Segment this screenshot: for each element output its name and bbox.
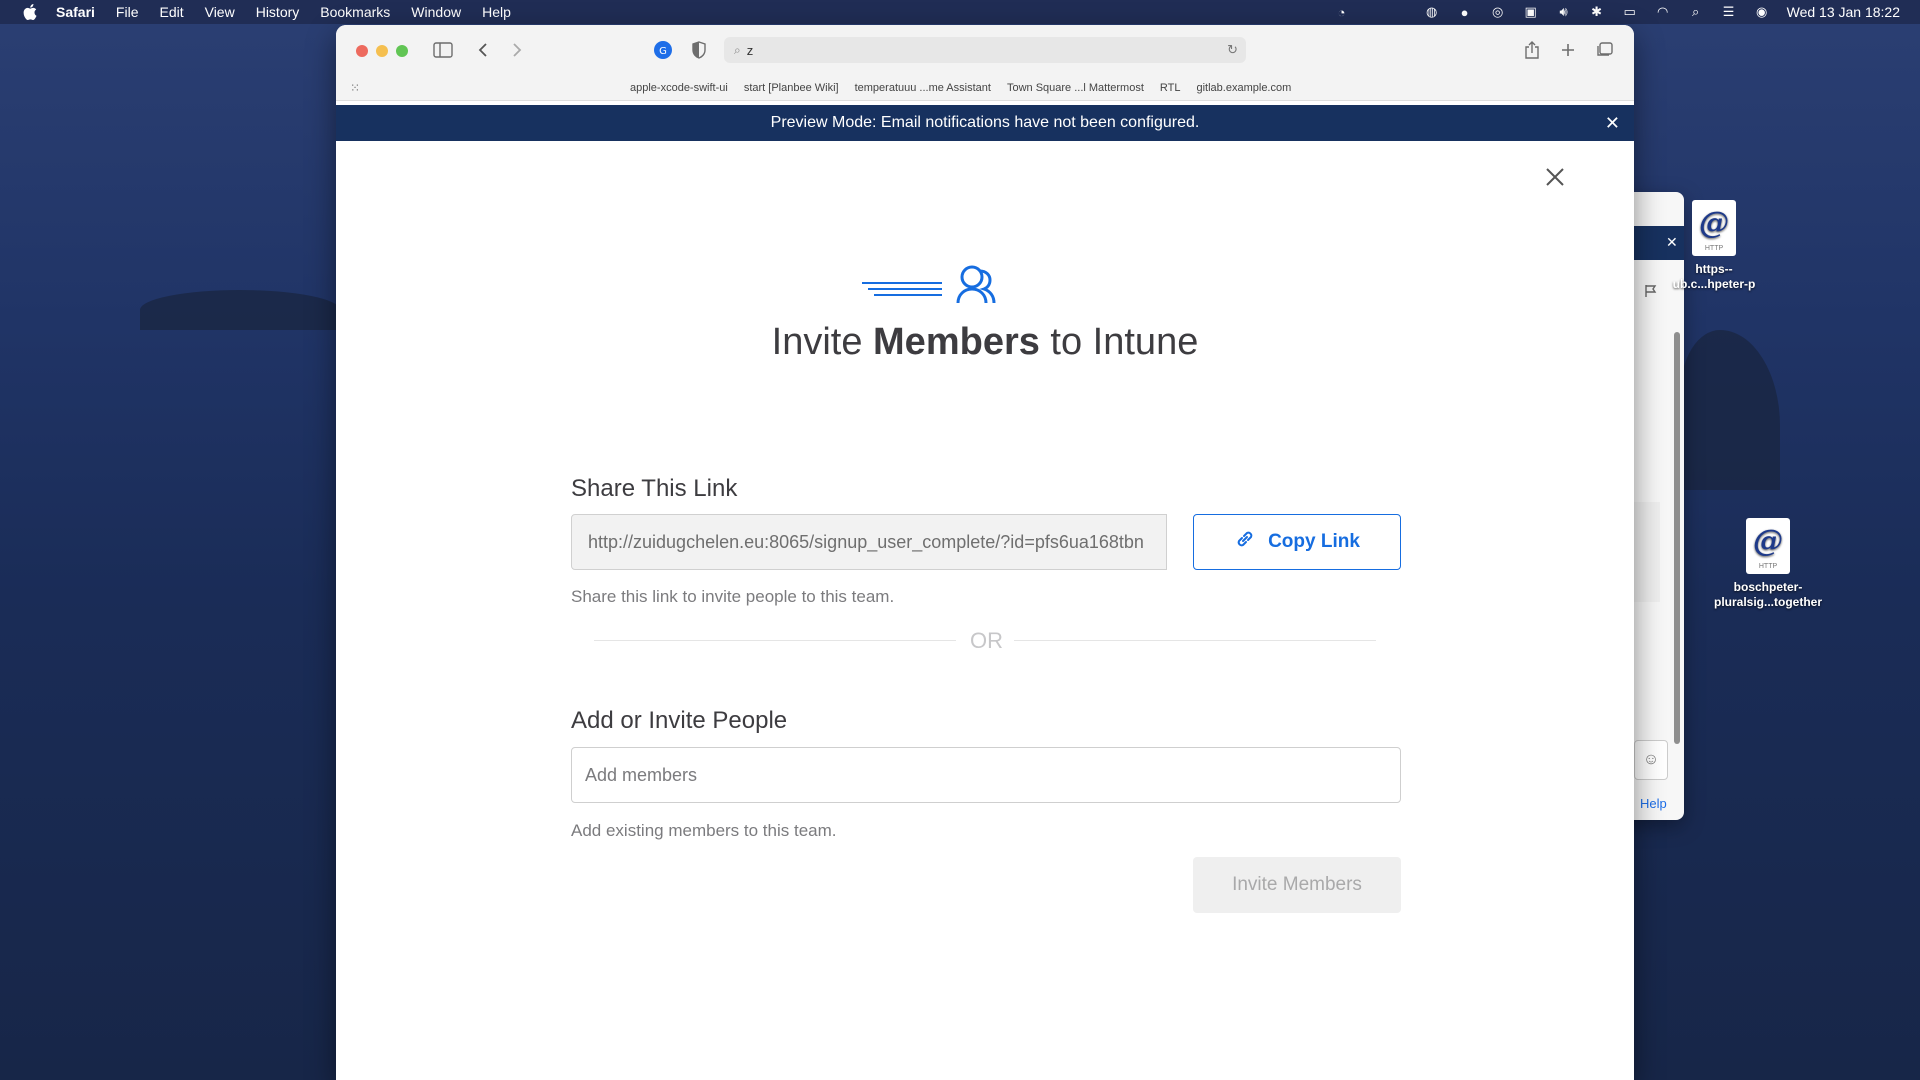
modal-title: Invite Members to Intune (336, 321, 1634, 364)
add-people-heading: Add or Invite People (571, 707, 788, 734)
close-icon[interactable]: ✕ (1605, 113, 1620, 134)
add-members-input[interactable]: Add members (571, 747, 1401, 803)
desktop-file-label: boschpeter- pluralsig...together (1713, 580, 1822, 609)
spotlight-icon[interactable]: ⌕ (1688, 4, 1704, 19)
forward-icon[interactable] (506, 40, 528, 60)
window-close-button[interactable] (356, 45, 368, 57)
at-symbol-icon: @ (1699, 206, 1729, 241)
back-icon[interactable] (472, 40, 494, 60)
battery-icon[interactable]: ▭ (1622, 4, 1638, 19)
desktop-island (140, 290, 340, 330)
menu-help[interactable]: Help (482, 4, 511, 20)
share-link-heading: Share This Link (571, 475, 738, 502)
favorite-link[interactable]: Town Square ...l Mattermost (1007, 82, 1144, 94)
reload-icon[interactable]: ↻ (1227, 42, 1238, 58)
at-symbol-icon: @ (1753, 524, 1783, 559)
menu-bar: Safari File Edit View History Bookmarks … (0, 0, 1920, 24)
menubar-clock[interactable]: Wed 13 Jan 18:22 (1787, 4, 1900, 20)
apple-menu-icon[interactable] (22, 4, 38, 20)
wifi-icon[interactable]: ◠ (1655, 4, 1671, 19)
privacy-shield-icon[interactable] (688, 40, 710, 60)
file-badge: HTTP (1758, 563, 1778, 570)
bluetooth-icon[interactable]: ✱ (1589, 4, 1605, 19)
scrollbar[interactable] (1674, 332, 1680, 744)
desktop-island (1680, 330, 1780, 490)
sync-icon[interactable]: ◎ (1490, 4, 1506, 19)
control-center-icon[interactable]: ☰ (1721, 4, 1737, 19)
menu-edit[interactable]: Edit (159, 4, 183, 20)
invite-members-modal: Invite Members to Intune Share This Link… (336, 141, 1634, 1080)
siri-icon[interactable]: ◉ (1754, 4, 1770, 19)
favorite-link[interactable]: start [Planbee Wiki] (744, 82, 839, 94)
link-icon (1234, 528, 1256, 556)
share-link-helper: Share this link to invite people to this… (571, 587, 895, 606)
share-link-field[interactable]: http://zuidugchelen.eu:8065/signup_user_… (571, 514, 1167, 570)
browser-toolbar: G ⌕ z ↻ (336, 25, 1634, 76)
menu-file[interactable]: File (116, 4, 139, 20)
close-icon[interactable] (1541, 163, 1569, 191)
tab-overview-icon[interactable] (1593, 40, 1615, 60)
extension-icon[interactable]: G (652, 40, 674, 60)
svg-text:G: G (659, 46, 667, 57)
flag-icon[interactable] (1644, 284, 1660, 300)
sidebar-toggle-icon[interactable] (432, 40, 454, 60)
menu-history[interactable]: History (256, 4, 300, 20)
or-text: OR (970, 628, 1003, 653)
invite-members-button[interactable]: Invite Members (1193, 857, 1401, 913)
desktop-file[interactable]: @ HTTP boschpeter- pluralsig...together (1713, 518, 1823, 610)
divider-line (1014, 640, 1376, 641)
safari-window: G ⌕ z ↻ ⁙ apple-xcode-swift-ui start [Pl… (336, 25, 1634, 1080)
focus-icon[interactable]: ● (1457, 5, 1473, 20)
preview-mode-banner: Preview Mode: Email notifications have n… (336, 105, 1634, 141)
timer-icon[interactable]: ◔ (1334, 5, 1350, 20)
menu-app-name[interactable]: Safari (56, 4, 95, 20)
http-file-icon: @ HTTP (1692, 200, 1736, 256)
or-divider: OR (594, 628, 1376, 653)
copy-link-button[interactable]: Copy Link (1193, 514, 1401, 570)
title-text: to Intune (1039, 321, 1199, 363)
banner-text: Preview Mode: Email notifications have n… (770, 114, 1200, 131)
file-badge: HTTP (1704, 245, 1724, 252)
title-text: Invite (771, 321, 874, 363)
copy-link-label: Copy Link (1268, 531, 1360, 552)
grid-icon[interactable]: ⁙ (350, 82, 362, 94)
share-icon[interactable] (1521, 40, 1543, 60)
add-members-helper: Add existing members to this team. (571, 821, 837, 840)
divider-line (594, 640, 956, 641)
favorite-link[interactable]: temperatuuu ...me Assistant (855, 82, 991, 94)
new-tab-icon[interactable] (1557, 40, 1579, 60)
emoji-icon[interactable]: ☺ (1634, 740, 1668, 780)
desktop-file-label: https-- ub.c...hpeter-p (1672, 262, 1756, 291)
help-link[interactable]: Help (1640, 796, 1667, 811)
address-bar[interactable]: ⌕ z ↻ (724, 37, 1246, 63)
favorite-link[interactable]: gitlab.example.com (1197, 82, 1292, 94)
favorite-link[interactable]: apple-xcode-swift-ui (630, 82, 728, 94)
desktop-file[interactable]: @ HTTP https-- ub.c...hpeter-p (1659, 200, 1769, 292)
vpn-icon[interactable]: ◍ (1424, 4, 1440, 19)
invite-members-icon (862, 263, 1008, 313)
menu-bookmarks[interactable]: Bookmarks (320, 4, 390, 20)
volume-icon[interactable]: 🔊︎ (1556, 4, 1572, 19)
window-zoom-button[interactable] (396, 45, 408, 57)
http-file-icon: @ HTTP (1746, 518, 1790, 574)
calendar-icon[interactable]: ▣ (1523, 4, 1539, 19)
favorites-bar: ⁙ apple-xcode-swift-ui start [Planbee Wi… (336, 76, 1634, 101)
favorite-link[interactable]: RTL (1160, 82, 1181, 94)
menubar-status-area: ◔ ◍ ● ◎ ▣ 🔊︎ ✱ ▭ ◠ ⌕ ☰ ◉ Wed 13 Jan 18:2… (1334, 0, 1900, 24)
search-icon: ⌕ (734, 42, 741, 57)
title-bold-text: Members (873, 321, 1040, 363)
window-minimize-button[interactable] (376, 45, 388, 57)
menu-window[interactable]: Window (411, 4, 461, 20)
address-text: z (746, 42, 754, 58)
menu-view[interactable]: View (205, 4, 235, 20)
